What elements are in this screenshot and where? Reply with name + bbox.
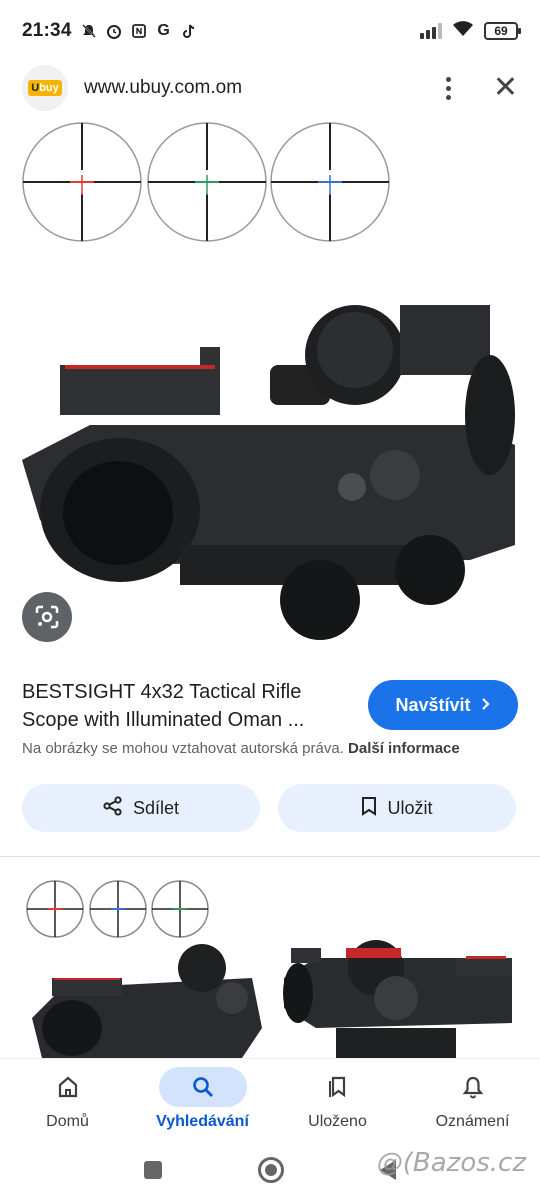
bazos-watermark: @(Bazos.cz: [376, 1148, 526, 1178]
bottom-nav: Domů Vyhledávání Uloženo Oznámení: [0, 1058, 540, 1140]
bookmarks-icon: [294, 1067, 382, 1107]
status-icons: G: [80, 22, 198, 40]
result-title[interactable]: BESTSIGHT 4x32 Tactical Rifle Scope with…: [22, 678, 352, 734]
status-bar: 21:34 G 69: [0, 0, 540, 62]
home-button[interactable]: [258, 1157, 284, 1183]
nav-search[interactable]: Vyhledávání: [143, 1067, 263, 1131]
battery-icon: 69: [484, 22, 521, 40]
save-button[interactable]: Uložit: [278, 784, 516, 832]
nav-search-label: Vyhledávání: [156, 1113, 249, 1130]
divider: [0, 856, 540, 857]
home-icon: [24, 1067, 112, 1107]
product-image[interactable]: [0, 115, 540, 660]
nfc-icon: [130, 22, 148, 40]
visit-label: Navštívit: [395, 694, 471, 715]
chevron-right-icon: [481, 695, 491, 716]
site-url[interactable]: www.ubuy.com.om: [84, 77, 242, 99]
nav-home-label: Domů: [46, 1113, 89, 1130]
nav-saved[interactable]: Uloženo: [278, 1067, 398, 1131]
tiktok-icon: [180, 22, 198, 40]
bell-icon: [429, 1067, 517, 1107]
alarm-icon: [105, 22, 123, 40]
status-time: 21:34: [22, 20, 72, 41]
copyright-notice: Na obrázky se mohou vztahovat autorská p…: [22, 740, 460, 757]
close-icon[interactable]: ✕: [493, 73, 518, 103]
header-actions: ✕: [438, 73, 518, 104]
related-scope-illustration-1: [22, 878, 264, 1058]
wifi-icon: [452, 20, 474, 42]
share-icon: [103, 795, 123, 821]
reticle-blue: [270, 122, 390, 242]
bookmark-icon: [361, 796, 377, 821]
related-image-1[interactable]: [22, 878, 264, 1058]
site-favicon[interactable]: Ubuy: [22, 65, 68, 111]
mute-icon: [80, 22, 98, 40]
share-button[interactable]: Sdílet: [22, 784, 260, 832]
visit-button[interactable]: Navštívit: [368, 680, 518, 730]
signal-icon: [420, 23, 442, 39]
scope-illustration: [22, 122, 515, 640]
google-lens-button[interactable]: [22, 592, 72, 642]
save-label: Uložit: [387, 797, 433, 818]
scope-body: [22, 305, 515, 640]
reticle-green: [147, 122, 267, 242]
nav-home[interactable]: Domů: [8, 1067, 128, 1131]
google-icon: G: [157, 22, 170, 39]
recents-button[interactable]: [144, 1161, 162, 1179]
more-info-link[interactable]: Další informace: [348, 740, 460, 757]
more-options-icon[interactable]: [438, 73, 459, 104]
nav-notifications-label: Oznámení: [435, 1113, 510, 1130]
search-icon: [158, 1067, 247, 1107]
lens-icon: [35, 605, 59, 629]
url-header: Ubuy www.ubuy.com.om ✕: [0, 62, 540, 114]
related-scope-illustration-2: [276, 878, 518, 1058]
copyright-text: Na obrázky se mohou vztahovat autorská p…: [22, 740, 344, 757]
nav-saved-label: Uloženo: [308, 1113, 367, 1130]
share-label: Sdílet: [132, 797, 180, 818]
battery-level: 69: [494, 24, 508, 38]
ubuy-logo: Ubuy: [28, 80, 62, 96]
related-image-2[interactable]: [276, 878, 518, 1058]
nav-notifications[interactable]: Oznámení: [413, 1067, 533, 1131]
status-right: 69: [420, 20, 521, 42]
reticle-red: [22, 122, 142, 242]
